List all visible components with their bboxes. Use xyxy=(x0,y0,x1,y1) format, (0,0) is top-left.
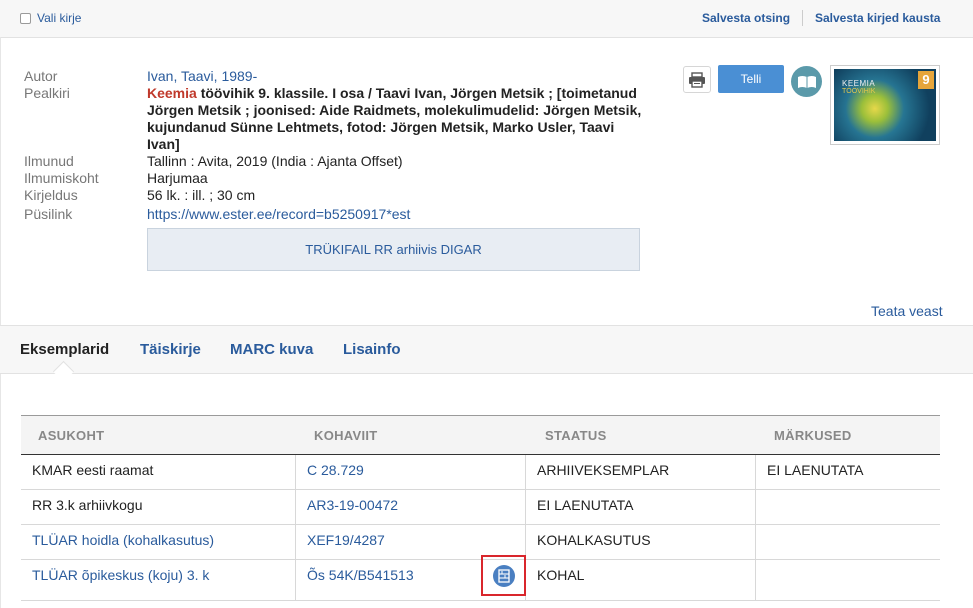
select-record-checkbox[interactable] xyxy=(20,12,31,24)
read-online-button[interactable] xyxy=(791,66,822,97)
tab-marc-view[interactable]: MARC kuva xyxy=(230,341,313,358)
notes-cell xyxy=(756,560,940,600)
notes-cell xyxy=(756,490,940,524)
save-search-link[interactable]: Salvesta otsing xyxy=(702,11,790,25)
select-record[interactable]: Vali kirje xyxy=(20,11,81,25)
description-value: 56 lk. : ill. ; 30 cm xyxy=(147,187,256,203)
published-label: Ilmunud xyxy=(24,153,74,169)
call-number-link[interactable]: C 28.729 xyxy=(296,455,526,489)
permalink-row: Püsilink https://www.ester.ee/record=b52… xyxy=(24,206,654,223)
cover-title: KEEMIA xyxy=(842,79,876,88)
status-cell: ARHIIVEKSEMPLAR xyxy=(526,455,756,489)
table-row: KMAR eesti raamat C 28.729 ARHIIVEKSEMPL… xyxy=(21,455,940,490)
shelf-map-icon xyxy=(492,564,515,587)
tab-additional-info[interactable]: Lisainfo xyxy=(343,341,401,358)
notes-cell: EI LAENUTATA xyxy=(767,462,864,478)
printer-icon xyxy=(689,71,705,88)
select-record-label[interactable]: Vali kirje xyxy=(37,11,81,25)
published-row: Ilmunud Tallinn : Avita, 2019 (India : A… xyxy=(24,153,654,170)
location-cell: RR 3.k arhiivkogu xyxy=(21,490,296,524)
report-error-link[interactable]: Teata veast xyxy=(871,303,943,319)
description-label: Kirjeldus xyxy=(24,187,78,203)
title-row: Pealkiri Keemia töövihik 9. klassile. I … xyxy=(24,85,654,153)
header-notes: MÄRKUSED xyxy=(774,428,852,443)
call-number-link[interactable]: XEF19/4287 xyxy=(296,525,526,559)
tab-full-record[interactable]: Täiskirje xyxy=(140,341,201,358)
description-row: Kirjeldus 56 lk. : ill. ; 30 cm xyxy=(24,187,654,204)
place-label: Ilmumiskoht xyxy=(24,170,99,186)
author-row: Autor Ivan, Taavi, 1989- xyxy=(24,68,654,85)
permalink-label: Püsilink xyxy=(24,206,73,222)
page-left-border xyxy=(0,37,1,608)
title-search-highlight: Keemia xyxy=(147,85,197,101)
status-cell: EI LAENUTATA xyxy=(526,490,756,524)
cover-subtitle: TÖÖVIHIK xyxy=(842,88,876,95)
place-row: Ilmumiskoht Harjumaa xyxy=(24,170,654,187)
header-location: ASUKOHT xyxy=(38,428,105,443)
record-tabs: Eksemplarid Täiskirje MARC kuva Lisainfo xyxy=(0,325,973,374)
open-book-icon xyxy=(797,75,816,88)
print-button[interactable] xyxy=(683,66,711,93)
top-toolbar: Vali kirje Salvesta otsing Salvesta kirj… xyxy=(0,0,973,38)
title-label: Pealkiri xyxy=(24,85,70,101)
location-link[interactable]: TLÜAR hoidla (kohalkasutus) xyxy=(21,525,296,559)
book-cover-thumbnail[interactable]: KEEMIA TÖÖVIHIK 9 xyxy=(830,65,940,145)
status-cell: KOHAL xyxy=(526,560,756,600)
header-status: STAATUS xyxy=(545,428,607,443)
call-number-link[interactable]: AR3-19-00472 xyxy=(296,490,526,524)
status-cell: KOHALKASUTUS xyxy=(526,525,756,559)
holdings-header: ASUKOHT KOHAVIIT STAATUS MÄRKUSED xyxy=(21,415,940,455)
toolbar-divider xyxy=(802,10,803,26)
record-title: Keemia töövihik 9. klassile. I osa / Taa… xyxy=(147,85,647,153)
permalink-link[interactable]: https://www.ester.ee/record=b5250917*est xyxy=(147,206,647,223)
cover-grade-number: 9 xyxy=(918,71,934,89)
published-value: Tallinn : Avita, 2019 (India : Ajanta Of… xyxy=(147,153,403,169)
author-label: Autor xyxy=(24,68,58,84)
record-details: Autor Ivan, Taavi, 1989- Pealkiri Keemia… xyxy=(24,68,654,223)
order-button[interactable]: Telli xyxy=(718,65,784,93)
digar-file-button[interactable]: TRÜKIFAIL RR arhiivis DIGAR xyxy=(147,228,640,271)
table-row: RR 3.k arhiivkogu AR3-19-00472 EI LAENUT… xyxy=(21,490,940,525)
header-call-number: KOHAVIIT xyxy=(314,428,378,443)
location-cell: KMAR eesti raamat xyxy=(21,455,296,489)
title-text: töövihik 9. klassile. I osa / Taavi Ivan… xyxy=(147,85,642,152)
notes-cell xyxy=(756,525,940,559)
place-value: Harjumaa xyxy=(147,170,208,186)
save-to-folder-link[interactable]: Salvesta kirjed kausta xyxy=(815,11,940,25)
location-link[interactable]: TLÜAR õpikeskus (koju) 3. k xyxy=(21,560,296,600)
book-cover-image: KEEMIA TÖÖVIHIK 9 xyxy=(834,69,936,141)
author-link[interactable]: Ivan, Taavi, 1989- xyxy=(147,68,647,85)
tab-copies[interactable]: Eksemplarid xyxy=(20,341,109,358)
shelf-location-button[interactable] xyxy=(481,555,526,596)
